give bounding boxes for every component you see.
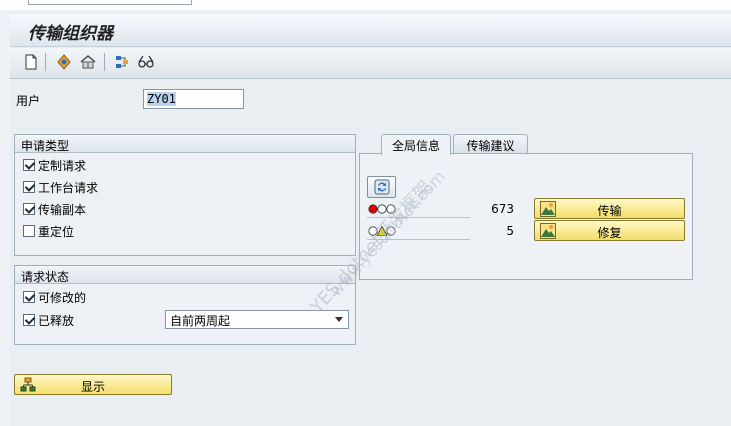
checkbox-label: 已释放 — [38, 313, 75, 328]
checkbox-label: 重定位 — [38, 224, 75, 239]
user-input[interactable]: ZY01 — [143, 89, 244, 109]
request-type-group: 申请类型 定制请求 工作台请求 传输副本 重定位 — [14, 134, 356, 256]
user-label: 用户 — [16, 94, 41, 108]
checkbox[interactable] — [23, 225, 35, 237]
checkbox-row-relocation[interactable]: 重定位 — [23, 223, 74, 239]
user-value: ZY01 — [147, 92, 176, 106]
checkbox-label: 工作台请求 — [38, 180, 99, 195]
transport-count: 673 — [491, 202, 514, 216]
row-divider — [367, 239, 470, 240]
display-button[interactable]: 显示 — [14, 374, 172, 395]
title-bar — [10, 14, 731, 47]
traffic-light-red-icon — [368, 204, 396, 214]
navigate-icon[interactable] — [55, 53, 73, 71]
checkbox[interactable] — [23, 159, 35, 171]
chevron-down-icon[interactable] — [335, 317, 343, 322]
tab-transport-proposal[interactable]: 传输建议 — [453, 134, 528, 154]
request-status-group: 请求状态 可修改的 已释放 — [14, 265, 356, 345]
checkbox[interactable] — [23, 314, 35, 326]
checkbox[interactable] — [23, 203, 35, 215]
tab-global-info[interactable]: 全局信息 — [381, 134, 451, 155]
transport-button[interactable]: 传输 — [534, 198, 685, 219]
checkbox-row-transport-copy[interactable]: 传输副本 — [23, 201, 86, 217]
command-field[interactable] — [28, 0, 192, 5]
toolbar-separator — [104, 53, 105, 71]
checkbox[interactable] — [23, 291, 35, 303]
period-dropdown[interactable]: 自前两周起 — [165, 310, 349, 329]
checkbox-row-modifiable[interactable]: 可修改的 — [23, 289, 86, 305]
checkbox-row-released[interactable]: 已释放 — [23, 312, 74, 328]
checkbox-row-workbench[interactable]: 工作台请求 — [23, 179, 98, 195]
configure-icon[interactable] — [113, 53, 131, 71]
checkbox-row-customizing[interactable]: 定制请求 — [23, 157, 86, 173]
refresh-icon — [374, 179, 390, 195]
glasses-icon[interactable] — [137, 53, 155, 71]
repair-button[interactable]: 修复 — [534, 220, 685, 241]
request-status-title: 请求状态 — [15, 266, 355, 284]
new-document-icon[interactable] — [22, 53, 40, 71]
tab-label: 传输建议 — [466, 139, 515, 153]
checkbox-label: 传输副本 — [38, 202, 87, 217]
hierarchy-icon[interactable] — [79, 53, 97, 71]
repair-count: 5 — [506, 224, 514, 238]
checkbox-label: 定制请求 — [38, 158, 87, 173]
button-label: 修复 — [597, 226, 622, 240]
button-label: 传输 — [597, 204, 622, 218]
page-title: 传输组织器 — [28, 24, 113, 44]
button-label: 显示 — [80, 380, 105, 394]
checkbox[interactable] — [23, 181, 35, 193]
refresh-button[interactable] — [367, 176, 396, 198]
tab-label: 全局信息 — [391, 139, 440, 153]
toolbar-separator — [45, 53, 46, 71]
traffic-light-yellow-icon — [368, 225, 396, 236]
row-divider — [367, 217, 470, 218]
request-type-title: 申请类型 — [15, 135, 355, 153]
period-value: 自前两周起 — [170, 314, 231, 328]
checkbox-label: 可修改的 — [38, 290, 87, 305]
